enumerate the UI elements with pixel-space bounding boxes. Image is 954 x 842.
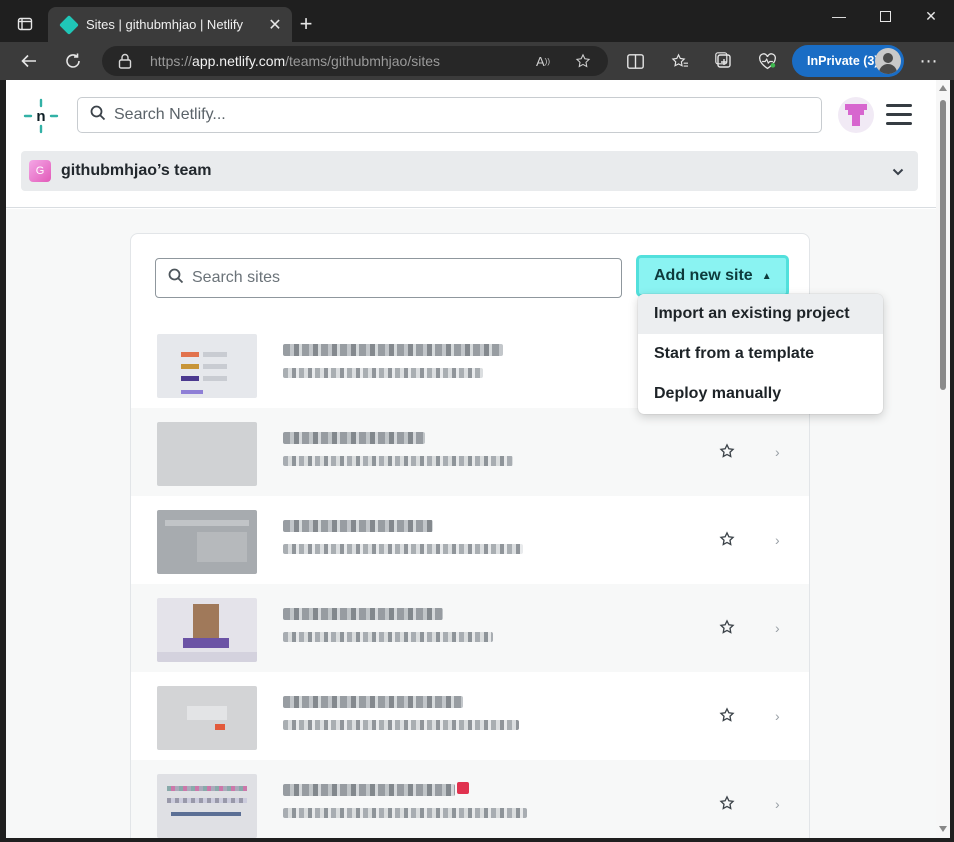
- site-search-placeholder: Search sites: [192, 269, 281, 286]
- add-site-dropdown: Import an existing project Start from a …: [638, 294, 883, 414]
- add-new-site-button[interactable]: Add new site ▲: [636, 255, 789, 297]
- profile-avatar[interactable]: [875, 48, 901, 74]
- chevron-right-icon[interactable]: ›: [775, 532, 780, 548]
- browser-essentials-icon[interactable]: [753, 47, 781, 75]
- search-icon: [168, 268, 184, 289]
- favorites-icon[interactable]: [666, 47, 694, 75]
- site-meta-redacted: [283, 808, 527, 818]
- user-avatar[interactable]: [838, 97, 874, 133]
- netlify-search-placeholder: Search Netlify...: [114, 106, 226, 123]
- netlify-header: n Search Netlify... G githubmhjao’s team: [6, 80, 936, 208]
- site-thumbnail: [157, 774, 257, 838]
- chevron-down-icon: [892, 163, 904, 181]
- site-thumbnail: [157, 686, 257, 750]
- chevron-right-icon[interactable]: ›: [775, 620, 780, 636]
- site-row[interactable]: ›: [131, 672, 809, 760]
- team-name: githubmhjao’s team: [61, 162, 212, 179]
- favorite-star-icon[interactable]: [719, 707, 735, 723]
- netlify-favicon-icon: [59, 14, 79, 35]
- site-name-redacted: [283, 696, 463, 708]
- site-name-redacted: [283, 432, 425, 444]
- site-name-redacted: [283, 608, 443, 620]
- new-tab-icon[interactable]: +: [294, 12, 318, 36]
- search-icon: [90, 105, 106, 126]
- team-avatar: G: [29, 160, 51, 182]
- url-host: app.netlify.com: [192, 53, 286, 69]
- chevron-right-icon[interactable]: ›: [775, 708, 780, 724]
- site-row[interactable]: ›: [131, 496, 809, 584]
- chevron-up-icon: ▲: [761, 270, 772, 282]
- import-existing-project-option[interactable]: Import an existing project: [638, 294, 883, 334]
- back-icon[interactable]: [15, 47, 43, 75]
- scroll-up-icon[interactable]: [939, 85, 947, 91]
- site-meta-redacted: [283, 368, 483, 378]
- lock-icon: [118, 53, 140, 69]
- netlify-logo-icon[interactable]: n: [23, 98, 59, 134]
- collections-icon[interactable]: [710, 47, 738, 75]
- split-screen-icon[interactable]: [621, 47, 649, 75]
- team-switcher[interactable]: G githubmhjao’s team: [21, 151, 918, 191]
- site-row[interactable]: ›: [131, 408, 809, 496]
- hamburger-menu-icon[interactable]: [886, 104, 912, 126]
- emoji-icon: [457, 782, 469, 794]
- address-bar[interactable]: https://app.netlify.com/teams/githubmhja…: [102, 46, 608, 76]
- maximize-icon[interactable]: [862, 0, 908, 32]
- read-aloud-icon[interactable]: A)): [532, 50, 554, 72]
- site-name-redacted: [283, 520, 433, 532]
- url-path: /teams/githubmhjao/sites: [285, 53, 441, 69]
- site-meta-redacted: [283, 720, 519, 730]
- site-meta-redacted: [283, 544, 523, 554]
- browser-tab[interactable]: Sites | githubmhjao | Netlify ✕: [48, 7, 292, 42]
- url-scheme: https://: [150, 53, 193, 69]
- favorite-star-icon[interactable]: [719, 531, 735, 547]
- page-viewport: n Search Netlify... G githubmhjao’s team: [6, 80, 950, 838]
- chevron-right-icon[interactable]: ›: [775, 796, 780, 812]
- close-window-icon[interactable]: ✕: [908, 0, 954, 32]
- site-row[interactable]: ›: [131, 760, 809, 838]
- minimize-icon[interactable]: —: [816, 0, 862, 32]
- deploy-manually-option[interactable]: Deploy manually: [638, 374, 883, 414]
- scrollbar-thumb[interactable]: [940, 100, 946, 390]
- refresh-icon[interactable]: [59, 47, 87, 75]
- browser-toolbar: https://app.netlify.com/teams/githubmhja…: [0, 42, 954, 80]
- page-scrollbar[interactable]: [936, 80, 950, 838]
- inprivate-label: InPrivate (3): [807, 54, 879, 68]
- chevron-right-icon[interactable]: ›: [775, 444, 780, 460]
- site-meta-redacted: [283, 632, 493, 642]
- site-meta-redacted: [283, 456, 513, 466]
- site-search-input[interactable]: Search sites: [155, 258, 622, 298]
- tab-actions-icon[interactable]: [10, 12, 40, 36]
- svg-text:n: n: [36, 108, 45, 125]
- add-new-site-label: Add new site: [654, 267, 753, 284]
- site-thumbnail: [157, 334, 257, 398]
- netlify-search-input[interactable]: Search Netlify...: [77, 97, 822, 133]
- site-name-redacted: [283, 784, 455, 796]
- favorite-star-icon[interactable]: [572, 50, 594, 72]
- favorite-star-icon[interactable]: [719, 619, 735, 635]
- favorite-star-icon[interactable]: [719, 795, 735, 811]
- favorite-star-icon[interactable]: [719, 443, 735, 459]
- close-tab-icon[interactable]: ✕: [262, 12, 288, 38]
- tab-title: Sites | githubmhjao | Netlify: [86, 17, 244, 32]
- site-name-redacted: [283, 344, 503, 356]
- inprivate-badge[interactable]: InPrivate (3): [792, 45, 904, 77]
- more-options-icon[interactable]: ⋯: [915, 47, 943, 75]
- scroll-down-icon[interactable]: [939, 826, 947, 832]
- site-row[interactable]: ›: [131, 584, 809, 672]
- site-thumbnail: [157, 510, 257, 574]
- site-thumbnail: [157, 422, 257, 486]
- site-thumbnail: [157, 598, 257, 662]
- browser-titlebar: Sites | githubmhjao | Netlify ✕ + — ✕: [0, 0, 954, 42]
- start-from-template-option[interactable]: Start from a template: [638, 334, 883, 374]
